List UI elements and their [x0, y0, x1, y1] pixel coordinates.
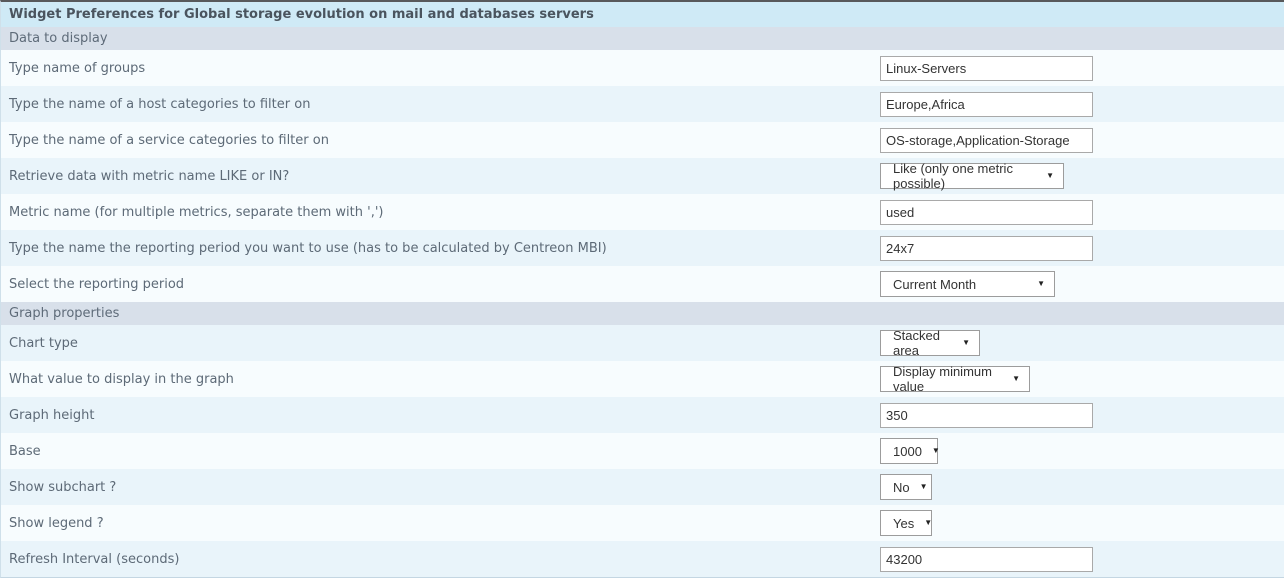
selected-option-label: 1000 [893, 444, 922, 459]
field-label: Metric name (for multiple metrics, separ… [1, 205, 880, 220]
dropdown-arrow-icon: ▼ [1012, 375, 1020, 383]
row-reporting-period: Select the reporting period Current Mont… [1, 266, 1284, 302]
row-group-names: Type name of groups [1, 50, 1284, 86]
field-label: Graph height [1, 408, 880, 423]
panel-title: Widget Preferences for Global storage ev… [1, 2, 1284, 27]
row-refresh-interval: Refresh Interval (seconds) [1, 541, 1284, 577]
row-show-subchart: Show subchart ? No ▼ [1, 469, 1284, 505]
display-value-select[interactable]: Display minimum value ▼ [880, 366, 1030, 392]
widget-preferences-panel: Widget Preferences for Global storage ev… [0, 0, 1284, 578]
section-header-data-to-display: Data to display [1, 27, 1284, 50]
dropdown-arrow-icon: ▼ [932, 447, 940, 455]
show-legend-select[interactable]: Yes ▼ [880, 510, 932, 536]
row-chart-type: Chart type Stacked area ▼ [1, 325, 1284, 361]
row-graph-height: Graph height [1, 397, 1284, 433]
row-service-categories: Type the name of a service categories to… [1, 122, 1284, 158]
show-subchart-select[interactable]: No ▼ [880, 474, 932, 500]
refresh-interval-input[interactable] [880, 547, 1093, 572]
dropdown-arrow-icon: ▼ [920, 483, 928, 491]
row-host-categories: Type the name of a host categories to fi… [1, 86, 1284, 122]
dropdown-arrow-icon: ▼ [924, 519, 932, 527]
metric-like-or-in-select[interactable]: Like (only one metric possible) ▼ [880, 163, 1064, 189]
selected-option-label: Yes [893, 516, 914, 531]
selected-option-label: No [893, 480, 910, 495]
host-categories-input[interactable] [880, 92, 1093, 117]
section-header-graph-properties: Graph properties [1, 302, 1284, 325]
base-select[interactable]: 1000 ▼ [880, 438, 938, 464]
selected-option-label: Display minimum value [893, 364, 1002, 394]
metric-name-input[interactable] [880, 200, 1093, 225]
row-metric-like-or-in: Retrieve data with metric name LIKE or I… [1, 158, 1284, 194]
field-label: Type name of groups [1, 61, 880, 76]
selected-option-label: Current Month [893, 277, 976, 292]
group-names-input[interactable] [880, 56, 1093, 81]
graph-height-input[interactable] [880, 403, 1093, 428]
field-label: What value to display in the graph [1, 372, 880, 387]
dropdown-arrow-icon: ▼ [1046, 172, 1054, 180]
field-label: Show legend ? [1, 516, 880, 531]
field-label: Retrieve data with metric name LIKE or I… [1, 169, 880, 184]
selected-option-label: Like (only one metric possible) [893, 161, 1036, 191]
row-base: Base 1000 ▼ [1, 433, 1284, 469]
chart-type-select[interactable]: Stacked area ▼ [880, 330, 980, 356]
row-show-legend: Show legend ? Yes ▼ [1, 505, 1284, 541]
field-label: Type the name of a service categories to… [1, 133, 880, 148]
field-label: Type the name of a host categories to fi… [1, 97, 880, 112]
selected-option-label: Stacked area [893, 328, 952, 358]
reporting-period-select[interactable]: Current Month ▼ [880, 271, 1055, 297]
field-label: Base [1, 444, 880, 459]
service-categories-input[interactable] [880, 128, 1093, 153]
field-label: Type the name the reporting period you w… [1, 241, 880, 256]
dropdown-arrow-icon: ▼ [1037, 280, 1045, 288]
field-label: Show subchart ? [1, 480, 880, 495]
dropdown-arrow-icon: ▼ [962, 339, 970, 347]
row-display-value: What value to display in the graph Displ… [1, 361, 1284, 397]
reporting-period-name-input[interactable] [880, 236, 1093, 261]
row-reporting-period-name: Type the name the reporting period you w… [1, 230, 1284, 266]
field-label: Chart type [1, 336, 880, 351]
row-metric-name: Metric name (for multiple metrics, separ… [1, 194, 1284, 230]
field-label: Refresh Interval (seconds) [1, 552, 880, 567]
field-label: Select the reporting period [1, 277, 880, 292]
